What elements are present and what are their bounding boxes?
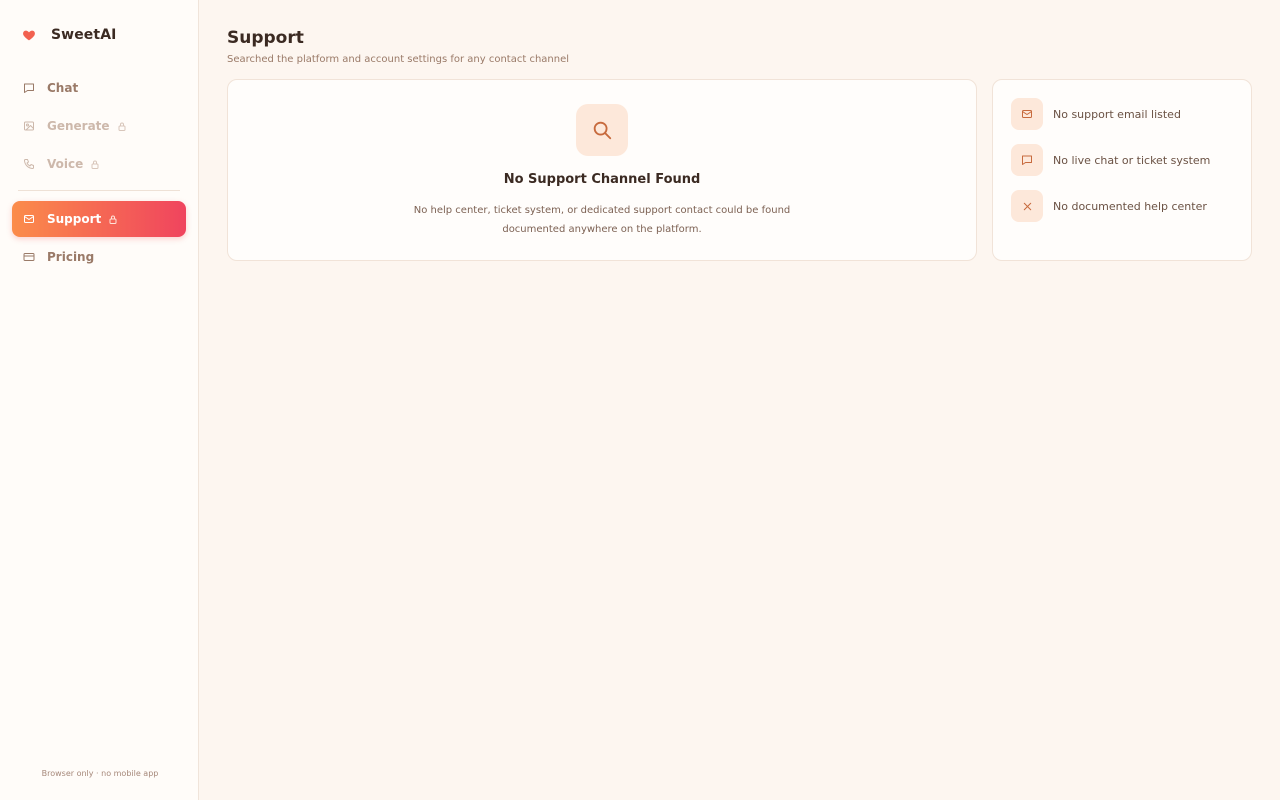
x-icon (1011, 190, 1043, 222)
list-item: No documented help center (1011, 190, 1251, 222)
sidebar-nav: Chat Generate Voice Support Pricing (12, 70, 186, 275)
list-item-label: No documented help center (1053, 199, 1207, 213)
app-root: SweetAI Chat Generate Voice Support Pric… (0, 0, 1280, 800)
sidebar-divider (18, 190, 180, 191)
sidebar-item-label: Voice (47, 157, 84, 171)
sidebar-item-label: Chat (47, 81, 79, 95)
list-item-label: No live chat or ticket system (1053, 153, 1211, 167)
sidebar-item-generate[interactable]: Generate (12, 108, 186, 144)
heart-icon (22, 28, 36, 42)
lock-icon (109, 215, 117, 224)
sidebar-footer-note: Browser only · no mobile app (41, 769, 159, 778)
search-icon (576, 104, 628, 156)
sidebar: SweetAI Chat Generate Voice Support Pric… (0, 0, 199, 800)
sidebar-item-voice[interactable]: Voice (12, 146, 186, 182)
lock-icon (118, 122, 126, 131)
list-item-label: No support email listed (1053, 107, 1181, 121)
sidebar-item-pricing[interactable]: Pricing (12, 239, 186, 275)
card-title: No Support Channel Found (503, 172, 701, 187)
sidebar-item-label: Generate (47, 119, 110, 133)
lock-icon (91, 160, 99, 169)
mail-icon (1011, 98, 1043, 130)
card-icon (23, 251, 35, 263)
page-title: Support (227, 28, 304, 48)
cards-row: No Support Channel Found No help center,… (227, 79, 1252, 261)
mail-icon (23, 213, 35, 225)
sidebar-item-label: Pricing (47, 250, 95, 264)
brand-name: SweetAI (51, 27, 117, 43)
list-item: No live chat or ticket system (1011, 144, 1251, 176)
main-content: Support Searched the platform and accoun… (199, 0, 1280, 800)
chat-icon (1011, 144, 1043, 176)
no-support-card: No Support Channel Found No help center,… (227, 79, 977, 261)
list-item: No support email listed (1011, 98, 1251, 130)
sidebar-item-label: Support (47, 212, 102, 226)
findings-card: No support email listed No live chat or … (992, 79, 1252, 261)
page-subtitle: Searched the platform and account settin… (227, 54, 570, 65)
brand[interactable]: SweetAI (12, 0, 186, 70)
chat-icon (23, 82, 35, 94)
card-description: No help center, ticket system, or dedica… (413, 205, 791, 235)
image-icon (23, 120, 35, 132)
sidebar-item-support[interactable]: Support (12, 201, 186, 237)
sidebar-item-chat[interactable]: Chat (12, 70, 186, 106)
phone-icon (23, 158, 35, 170)
